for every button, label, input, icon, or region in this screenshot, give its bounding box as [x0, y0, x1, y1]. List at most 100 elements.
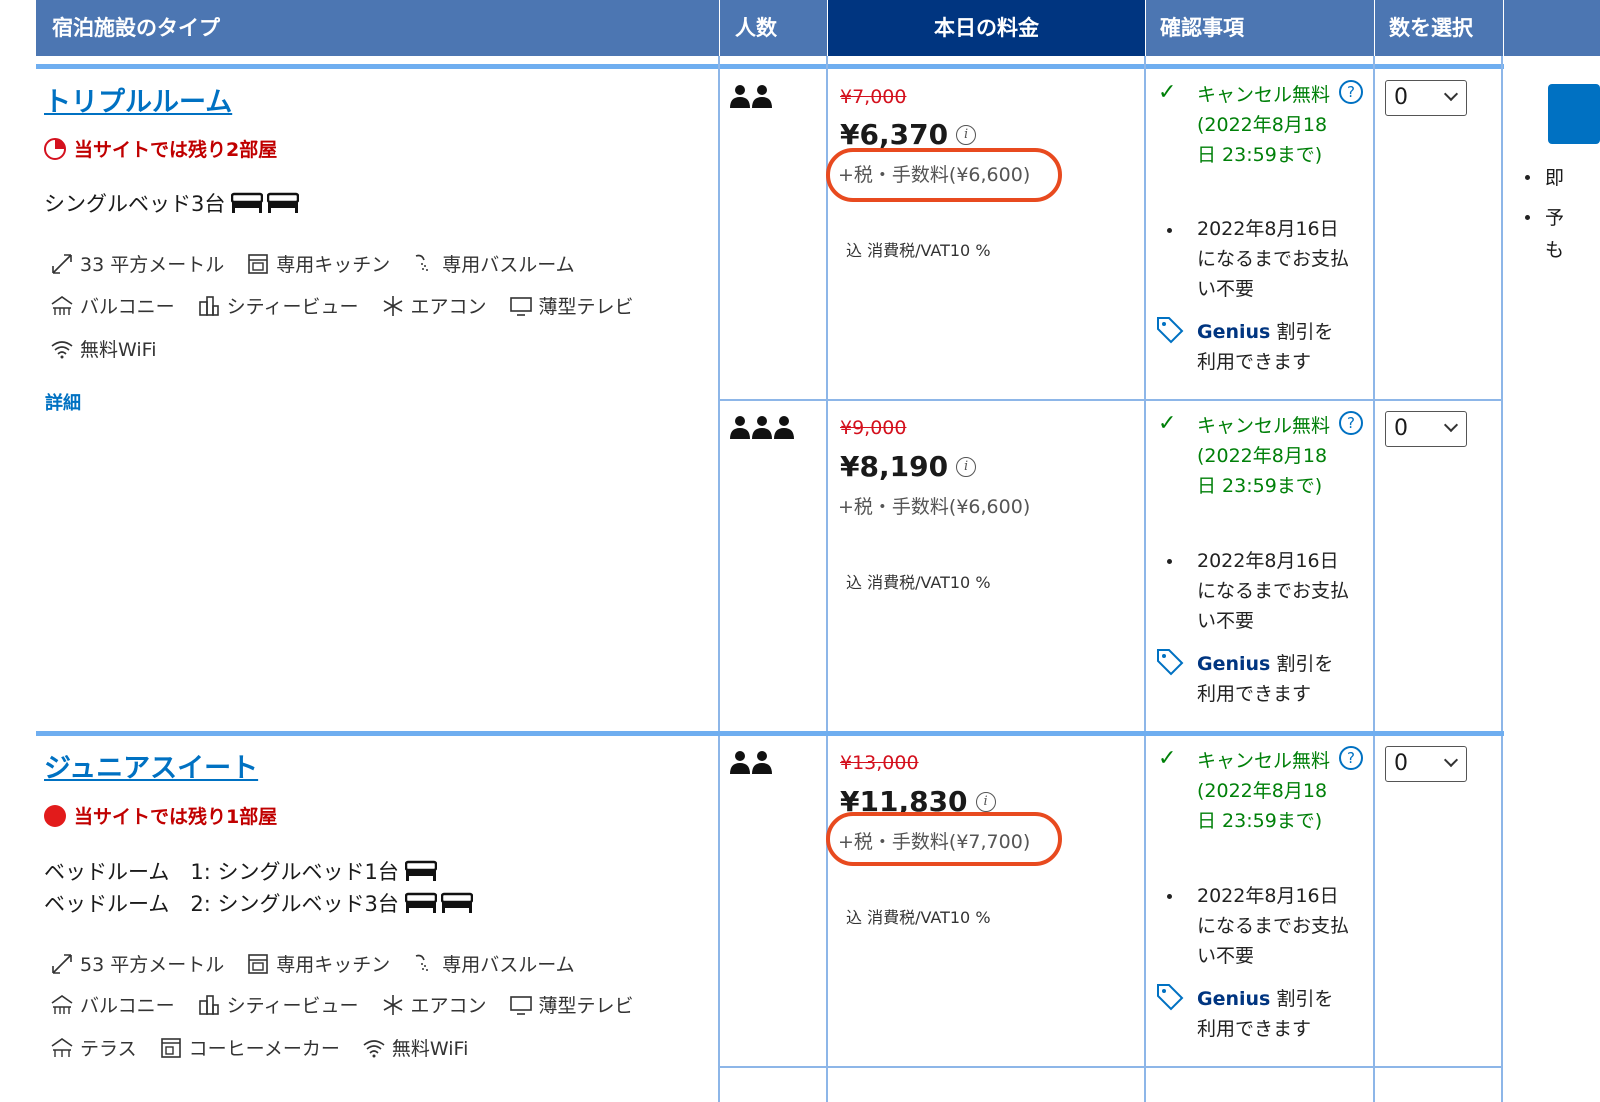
bed-text: ベッドルーム 2: シングルベッド3台 — [44, 892, 399, 916]
info-icon[interactable]: i — [975, 791, 996, 812]
scarcity-dot-icon — [44, 804, 66, 827]
occupancy-2-icon — [730, 750, 774, 780]
header-people: 人数 — [720, 0, 828, 56]
vat-note: 込 消費税/VAT10 % — [846, 573, 991, 592]
row-divider — [720, 399, 1503, 401]
balcony-icon — [51, 994, 73, 1014]
original-price: ¥9,000 — [840, 417, 907, 439]
genius-discount: Genius 割引を利用できます — [1197, 653, 1334, 705]
room-quantity-select[interactable]: 0 — [1385, 411, 1467, 447]
wifi-icon — [363, 1039, 385, 1057]
scarcity-text: 当サイトでは残り1部屋 — [74, 806, 278, 828]
tv-icon — [509, 995, 532, 1015]
side-list-item: 予 — [1545, 207, 1565, 229]
help-icon[interactable]: ? — [1339, 411, 1363, 435]
help-icon[interactable]: ? — [1339, 80, 1363, 104]
facility-kitchen: 専用キッチン — [246, 950, 390, 977]
facilities-row: 33 平方メートル 専用キッチン 専用バスルーム — [50, 250, 575, 277]
scarcity-text: 当サイトでは残り2部屋 — [74, 139, 278, 161]
tag-icon — [1157, 649, 1184, 676]
annotation-circle — [826, 812, 1062, 866]
row-divider — [36, 64, 1504, 69]
room-quantity-select[interactable]: 0 — [1385, 80, 1467, 116]
kitchen-icon — [248, 253, 269, 274]
facility-cityview: シティービュー — [197, 292, 359, 319]
vat-note: 込 消費税/VAT10 % — [846, 241, 991, 260]
check-icon: ✓ — [1158, 411, 1177, 436]
room-title-junior-suite[interactable]: ジュニアスイート — [44, 746, 258, 785]
city-view-icon — [198, 295, 219, 316]
header-select: 数を選択 — [1375, 0, 1504, 56]
kitchen-icon — [248, 953, 269, 974]
bathroom-icon — [415, 254, 429, 271]
no-prepayment: 2022年8月16日になるまでお支払い不要 — [1197, 885, 1350, 967]
room-title-triple[interactable]: トリプルルーム — [44, 80, 232, 119]
facility-bathroom: 専用バスルーム — [412, 250, 575, 277]
info-icon[interactable]: i — [956, 124, 977, 145]
room-size-icon — [52, 953, 72, 974]
balcony-icon — [51, 295, 73, 315]
city-view-icon — [198, 994, 219, 1015]
check-icon: ✓ — [1158, 746, 1177, 771]
bullet — [1167, 894, 1172, 899]
free-cancellation: キャンセル無料 (2022年8月18日 23:59まで) — [1197, 415, 1331, 497]
original-price: ¥13,000 — [840, 752, 919, 774]
bed-text: シングルベッド3台 — [44, 192, 226, 216]
side-list-item: 即 — [1545, 167, 1565, 189]
facility-tv: 薄型テレビ — [509, 991, 634, 1018]
facility-tv: 薄型テレビ — [509, 292, 634, 319]
vat-note: 込 消費税/VAT10 % — [846, 908, 991, 927]
info-icon[interactable]: i — [956, 456, 977, 477]
bullet — [1525, 175, 1530, 180]
header-conditions: 確認事項 — [1146, 0, 1375, 56]
row-divider — [36, 731, 1504, 736]
header-extra — [1504, 0, 1600, 56]
room-quantity-select[interactable]: 0 — [1385, 746, 1467, 782]
snowflake-icon — [383, 994, 402, 1015]
tag-icon — [1157, 317, 1184, 344]
original-price: ¥7,000 — [840, 86, 907, 108]
row-divider — [720, 1066, 1503, 1068]
facility-wifi: 無料WiFi — [50, 335, 156, 362]
bathroom-icon — [415, 954, 429, 971]
facility-wifi: 無料WiFi — [362, 1034, 468, 1061]
details-link[interactable]: 詳細 — [45, 389, 81, 415]
facility-terrace: テラス — [50, 1034, 137, 1061]
header-price: 本日の料金 — [828, 0, 1146, 56]
facility-coffee: コーヒーメーカー — [159, 1034, 340, 1061]
room-size-icon — [52, 253, 72, 274]
header-room-type: 宿泊施設のタイプ — [36, 0, 720, 56]
scarcity-badge: 当サイトでは残り1部屋 — [44, 802, 277, 829]
free-cancellation: キャンセル無料 (2022年8月18日 23:59まで) — [1197, 750, 1331, 832]
facilities-row: バルコニー シティービュー エアコン 薄型テレビ — [50, 991, 634, 1018]
facility-bathroom: 専用バスルーム — [412, 950, 575, 977]
facility-aircon: エアコン — [381, 991, 487, 1018]
bullet — [1167, 559, 1172, 564]
terrace-icon — [51, 1037, 73, 1057]
chevron-down-icon — [1443, 752, 1459, 768]
snowflake-icon — [383, 295, 402, 316]
no-prepayment: 2022年8月16日になるまでお支払い不要 — [1197, 218, 1350, 300]
facility-size: 53 平方メートル — [50, 950, 224, 977]
annotation-circle — [826, 148, 1062, 202]
occupancy-2-icon — [730, 84, 774, 114]
help-icon[interactable]: ? — [1339, 746, 1363, 770]
single-bed-icon — [404, 892, 473, 914]
chevron-down-icon — [1443, 417, 1459, 433]
facility-kitchen: 専用キッチン — [246, 250, 390, 277]
bed-info: ベッドルーム 1: シングルベッド1台 — [44, 856, 437, 886]
single-bed-icon — [404, 860, 437, 882]
col-divider — [1373, 56, 1375, 1102]
col-divider — [1501, 56, 1503, 1102]
facility-size: 33 平方メートル — [50, 250, 224, 277]
tag-icon — [1157, 984, 1184, 1011]
reserve-button[interactable] — [1548, 84, 1600, 144]
bullet — [1525, 215, 1530, 220]
col-divider — [718, 56, 720, 1102]
genius-discount: Genius 割引を利用できます — [1197, 321, 1334, 373]
bed-info: シングルベッド3台 — [44, 188, 300, 218]
current-price: ¥8,190 i — [840, 450, 977, 483]
facilities-row: テラス コーヒーメーカー 無料WiFi — [50, 1034, 468, 1061]
wifi-icon — [51, 340, 73, 358]
col-divider — [826, 56, 828, 1102]
